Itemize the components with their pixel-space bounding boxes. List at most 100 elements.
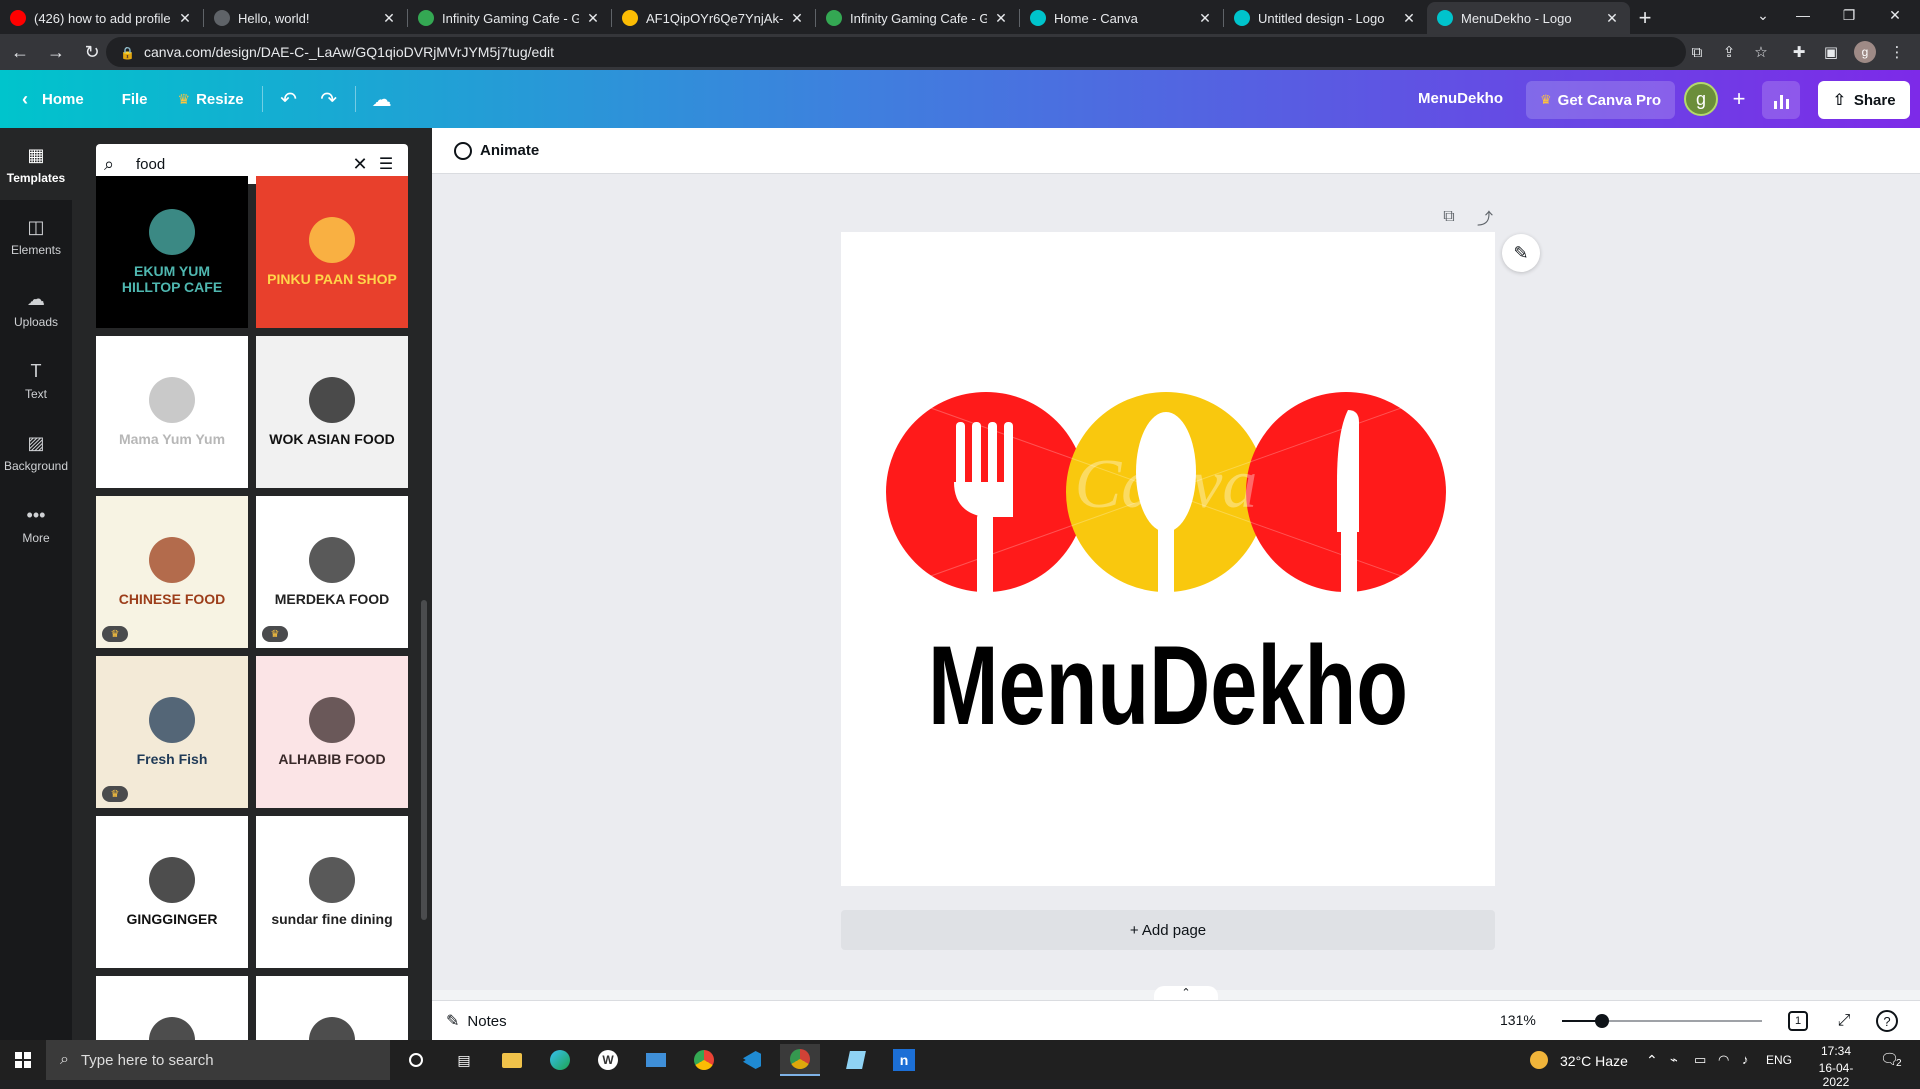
add-comment-icon[interactable]: ✎ bbox=[1502, 234, 1540, 272]
vscode-icon[interactable] bbox=[732, 1044, 772, 1076]
close-tab-icon[interactable]: ✕ bbox=[585, 10, 601, 27]
clear-search-icon[interactable]: ✕ bbox=[348, 154, 372, 175]
restore-icon[interactable]: ❐ bbox=[1826, 0, 1872, 30]
browser-tab[interactable]: MenuDekho - Logo ✕ bbox=[1427, 2, 1630, 34]
template-card[interactable]: Mama Yum Yum bbox=[96, 336, 248, 488]
notes-button[interactable]: ✎ Notes bbox=[446, 1011, 507, 1031]
windows-start-icon[interactable] bbox=[0, 1040, 46, 1080]
close-tab-icon[interactable]: ✕ bbox=[177, 10, 193, 27]
template-card[interactable]: MERDEKA FOOD ♛ bbox=[256, 496, 408, 648]
template-card[interactable]: Fresh Fish ♛ bbox=[96, 656, 248, 808]
rail-item-uploads[interactable]: ☁ Uploads bbox=[0, 272, 72, 344]
design-title[interactable]: MenuDekho bbox=[1418, 90, 1503, 107]
template-card[interactable]: CHINESE FOOD ♛ bbox=[96, 496, 248, 648]
browser-tab[interactable]: Infinity Gaming Cafe - Goo ✕ bbox=[816, 2, 1019, 34]
zoom-slider[interactable] bbox=[1562, 1014, 1762, 1028]
template-card[interactable]: WOK ASIAN FOOD bbox=[256, 336, 408, 488]
browser-tab[interactable]: Untitled design - Logo ✕ bbox=[1224, 2, 1427, 34]
volume-icon[interactable]: ♪ bbox=[1742, 1052, 1749, 1067]
add-page-button[interactable]: + Add page bbox=[841, 910, 1495, 950]
user-avatar[interactable]: g bbox=[1684, 82, 1718, 116]
template-card[interactable]: ALHABIB FOOD bbox=[256, 656, 408, 808]
browser-tab[interactable]: Infinity Gaming Cafe - Goo ✕ bbox=[408, 2, 611, 34]
browser-tab[interactable]: Home - Canva ✕ bbox=[1020, 2, 1223, 34]
template-search-input[interactable] bbox=[136, 155, 348, 173]
rail-item-templates[interactable]: ▦ Templates bbox=[0, 128, 72, 200]
get-canva-pro-button[interactable]: ♛ Get Canva Pro bbox=[1526, 81, 1676, 119]
language-indicator[interactable]: ENG bbox=[1766, 1053, 1792, 1067]
undo-icon[interactable]: ↶ bbox=[269, 79, 309, 119]
browser-tab[interactable]: Hello, world! ✕ bbox=[204, 2, 407, 34]
zoom-slider-handle[interactable] bbox=[1595, 1014, 1609, 1028]
file-explorer-icon[interactable] bbox=[492, 1044, 532, 1076]
template-card[interactable]: Rick's Food bbox=[96, 976, 248, 1040]
reload-icon[interactable]: ↻ bbox=[76, 36, 108, 68]
clock-time[interactable]: 17:34 bbox=[1806, 1044, 1866, 1058]
invite-plus-icon[interactable]: + bbox=[1722, 82, 1756, 116]
extensions-icon[interactable]: ✚ bbox=[1786, 39, 1812, 65]
share-button[interactable]: ⇧ Share bbox=[1818, 81, 1910, 119]
rail-item-more[interactable]: ••• More bbox=[0, 488, 72, 560]
edge-icon[interactable] bbox=[540, 1044, 580, 1076]
address-bar[interactable]: 🔒 canva.com/design/DAE-C-_LaAw/GQ1qioDVR… bbox=[106, 37, 1686, 67]
close-tab-icon[interactable]: ✕ bbox=[381, 10, 397, 27]
template-card[interactable]: sundar fine dining bbox=[256, 816, 408, 968]
rail-item-elements[interactable]: ◫ Elements bbox=[0, 200, 72, 272]
new-tab-button[interactable]: + bbox=[1630, 2, 1660, 34]
panel-scrollbar[interactable] bbox=[421, 600, 427, 920]
tray-chevron-icon[interactable]: ⌃ bbox=[1646, 1052, 1658, 1069]
notepad-icon[interactable] bbox=[836, 1044, 876, 1076]
side-panel-icon[interactable]: ▣ bbox=[1818, 39, 1844, 65]
task-view-icon[interactable]: ▤ bbox=[444, 1044, 484, 1076]
browser-menu-icon[interactable]: ⋮ bbox=[1884, 39, 1910, 65]
wifi-icon[interactable]: ◠ bbox=[1718, 1052, 1729, 1068]
zoom-percentage[interactable]: 131% bbox=[1500, 1012, 1536, 1028]
chrome-active-icon[interactable] bbox=[780, 1044, 820, 1076]
fullscreen-icon[interactable]: ⤢ bbox=[1832, 1009, 1856, 1033]
clock-date[interactable]: 16-04-2022 bbox=[1806, 1061, 1866, 1089]
help-icon[interactable]: ? bbox=[1876, 1010, 1898, 1032]
duplicate-page-icon[interactable]: ⧉ bbox=[1436, 204, 1462, 230]
browser-profile-avatar[interactable]: g bbox=[1854, 41, 1876, 63]
home-button[interactable]: ‹ Home bbox=[10, 79, 96, 119]
rail-item-text[interactable]: T Text bbox=[0, 344, 72, 416]
page-view-toggle[interactable]: ⌃ bbox=[1154, 986, 1218, 1000]
share-page-icon[interactable]: ⇪ bbox=[1716, 39, 1742, 65]
file-menu-button[interactable]: File bbox=[110, 79, 160, 119]
cloud-saved-icon[interactable]: ☁ bbox=[362, 79, 402, 119]
template-card[interactable]: PINKU PAAN SHOP bbox=[256, 176, 408, 328]
translate-icon[interactable]: ⧉ bbox=[1684, 39, 1710, 65]
logo-artwork[interactable]: Canva MenuDekho bbox=[841, 232, 1495, 886]
bookmark-star-icon[interactable]: ☆ bbox=[1748, 39, 1774, 65]
taskbar-search-box[interactable]: ⌕ Type here to search bbox=[46, 1040, 390, 1080]
template-card[interactable]: BOWL bbox=[256, 976, 408, 1040]
filter-icon[interactable]: ☰ bbox=[372, 154, 400, 174]
insights-chart-icon[interactable] bbox=[1762, 81, 1800, 119]
rail-item-background[interactable]: ▨ Background bbox=[0, 416, 72, 488]
weather-icon[interactable] bbox=[1530, 1051, 1548, 1069]
close-tab-icon[interactable]: ✕ bbox=[1604, 10, 1620, 27]
browser-tab[interactable]: (426) how to add profile pi ✕ bbox=[0, 2, 203, 34]
close-window-icon[interactable]: ✕ bbox=[1872, 0, 1918, 30]
design-page[interactable]: Canva MenuDekho bbox=[841, 232, 1495, 886]
template-card[interactable]: EKUM YUM HILLTOP CAFE bbox=[96, 176, 248, 328]
word-app-icon[interactable]: W bbox=[588, 1044, 628, 1076]
notion-app-icon[interactable]: n bbox=[884, 1044, 924, 1076]
minimize-icon[interactable]: — bbox=[1780, 0, 1826, 30]
back-icon[interactable]: ← bbox=[4, 36, 36, 68]
close-tab-icon[interactable]: ✕ bbox=[1401, 10, 1417, 27]
page-count-icon[interactable]: 1 bbox=[1788, 1011, 1808, 1031]
close-tab-icon[interactable]: ✕ bbox=[993, 10, 1009, 27]
battery-icon[interactable]: ▭ bbox=[1694, 1052, 1706, 1068]
cortana-icon[interactable] bbox=[396, 1044, 436, 1076]
animate-button[interactable]: Animate bbox=[446, 136, 547, 166]
browser-tab[interactable]: AF1QipOYr6Qe7YnjAk--vYi ✕ bbox=[612, 2, 815, 34]
add-page-icon[interactable]: ⤴ bbox=[1472, 204, 1498, 230]
redo-icon[interactable]: ↷ bbox=[309, 79, 349, 119]
weather-text[interactable]: 32°C Haze bbox=[1560, 1053, 1628, 1069]
chrome-icon[interactable] bbox=[684, 1044, 724, 1076]
resize-button[interactable]: ♛ Resize bbox=[166, 79, 256, 119]
network-status-icon[interactable]: ⌁ bbox=[1670, 1052, 1678, 1068]
close-tab-icon[interactable]: ✕ bbox=[789, 10, 805, 27]
mail-icon[interactable] bbox=[636, 1044, 676, 1076]
